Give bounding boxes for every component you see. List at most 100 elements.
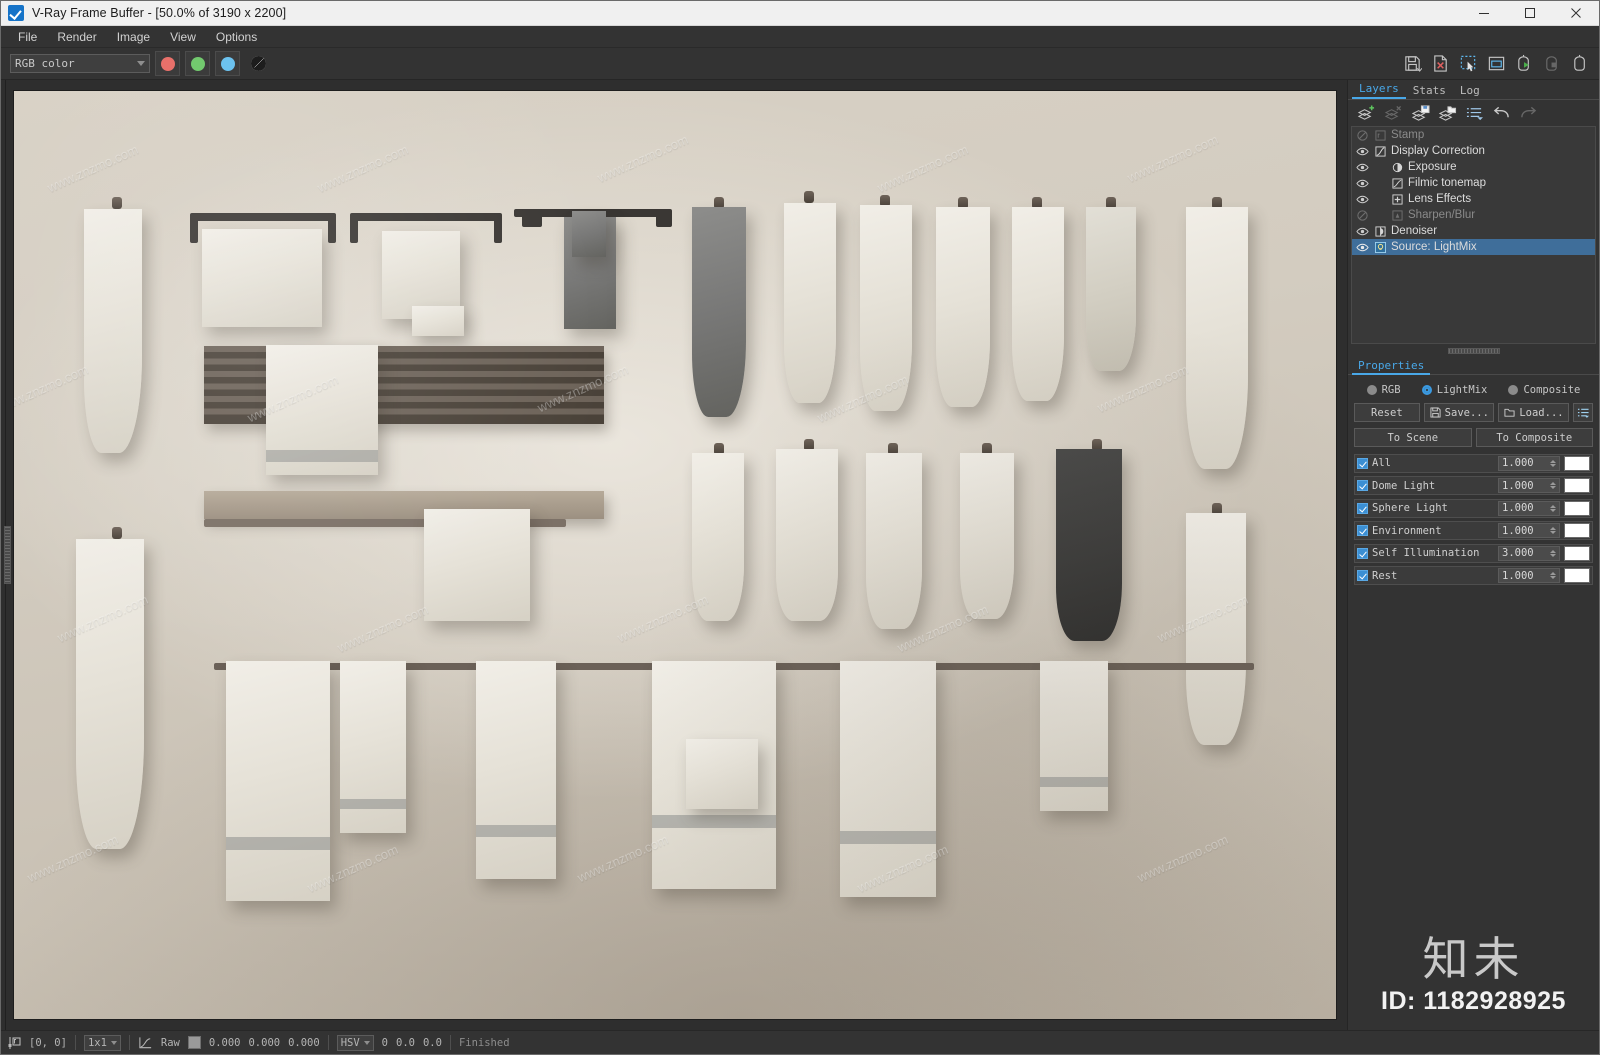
splitter-grip[interactable] — [1447, 348, 1500, 354]
undo-icon[interactable] — [1489, 102, 1513, 124]
panel-horizontal-splitter[interactable] — [1348, 344, 1599, 358]
vray-checkbox-icon — [8, 5, 24, 21]
channel-select-dropdown[interactable]: RGB color — [10, 54, 150, 73]
lightmix-color-swatch[interactable] — [1564, 545, 1590, 561]
layer-row-denoiser[interactable]: Denoiser — [1352, 223, 1595, 239]
radio-composite[interactable]: Composite — [1508, 384, 1580, 396]
left-splitter[interactable] — [1, 80, 13, 1030]
window-controls — [1461, 1, 1599, 25]
towel-stripe — [340, 799, 406, 809]
clear-image-icon[interactable] — [1427, 51, 1453, 77]
lightmix-row-sphere-light[interactable]: Sphere Light 1.000 — [1354, 498, 1593, 518]
lightmix-row-all[interactable]: All 1.000 — [1354, 453, 1593, 473]
radio-lightmix[interactable]: LightMix — [1421, 384, 1487, 396]
minimize-icon[interactable] — [1461, 1, 1507, 25]
lightmix-checkbox[interactable] — [1357, 502, 1368, 514]
raw-color-swatch[interactable] — [187, 1036, 201, 1049]
eye-icon[interactable] — [1355, 224, 1369, 238]
to-composite-button[interactable]: To Composite — [1475, 428, 1593, 447]
radio-label: Composite — [1523, 384, 1581, 396]
to-scene-button[interactable]: To Scene — [1354, 428, 1472, 447]
menu-render[interactable]: Render — [48, 28, 105, 46]
spinner-arrows-icon[interactable] — [1550, 572, 1556, 579]
layer-row-stamp[interactable]: Stamp — [1352, 127, 1595, 143]
lightmix-row-rest[interactable]: Rest 1.000 — [1354, 566, 1593, 585]
lightmix-row-self-illumination[interactable]: Self Illumination 3.000 — [1354, 543, 1593, 563]
add-layer-icon[interactable] — [1354, 102, 1378, 124]
eye-off-icon[interactable] — [1355, 208, 1369, 222]
layer-list[interactable]: Stamp Display Correction Exposure Filmic… — [1351, 126, 1596, 344]
color-space-dropdown[interactable]: HSV — [336, 1034, 374, 1051]
splitter-grip[interactable] — [3, 526, 11, 584]
lightmix-intensity-input[interactable]: 1.000 — [1498, 568, 1560, 583]
tab-log[interactable]: Log — [1453, 82, 1487, 99]
menu-options[interactable]: Options — [207, 28, 266, 46]
sample-size-dropdown[interactable]: 1x1 — [83, 1034, 121, 1051]
lightmix-checkbox[interactable] — [1357, 525, 1368, 536]
menu-file[interactable]: File — [9, 28, 46, 46]
eye-icon[interactable] — [1355, 192, 1369, 206]
lightmix-row-dome-light[interactable]: Dome Light 1.000 — [1354, 476, 1593, 495]
lightmix-checkbox[interactable] — [1357, 480, 1368, 491]
save-layers-icon[interactable] — [1408, 102, 1432, 124]
lightmix-color-swatch[interactable] — [1564, 500, 1590, 516]
layer-row-display-correction[interactable]: Display Correction — [1352, 143, 1595, 159]
eye-off-icon[interactable] — [1355, 128, 1369, 142]
layer-row-lens-effects[interactable]: Lens Effects — [1352, 191, 1595, 207]
lightmix-intensity-input[interactable]: 1.000 — [1498, 478, 1560, 493]
menu-image[interactable]: Image — [108, 28, 159, 46]
show-in-window-icon[interactable] — [1483, 51, 1509, 77]
lightmix-row-environment[interactable]: Environment 1.000 — [1354, 521, 1593, 540]
load-layers-icon[interactable] — [1435, 102, 1459, 124]
lightmix-checkbox[interactable] — [1357, 457, 1368, 469]
eye-icon[interactable] — [1355, 160, 1369, 174]
render-canvas[interactable]: www.znzmo.com www.znzmo.com www.znzmo.co… — [13, 90, 1337, 1020]
lightmix-checkbox[interactable] — [1357, 547, 1368, 559]
layer-row-filmic-tonemap[interactable]: Filmic tonemap — [1352, 175, 1595, 191]
maximize-icon[interactable] — [1507, 1, 1553, 25]
eye-icon[interactable] — [1355, 144, 1369, 158]
towel-rail-end — [328, 213, 336, 243]
eye-icon[interactable] — [1355, 240, 1369, 254]
save-image-icon[interactable] — [1399, 51, 1425, 77]
region-select-icon[interactable] — [1455, 51, 1481, 77]
red-channel-button[interactable] — [155, 51, 180, 76]
eye-icon[interactable] — [1355, 176, 1369, 190]
lightmix-intensity-input[interactable]: 3.000 — [1498, 545, 1560, 561]
load-lightmix-button[interactable]: Load... — [1498, 403, 1570, 422]
save-lightmix-button[interactable]: Save... — [1423, 403, 1495, 422]
green-channel-button[interactable] — [185, 51, 210, 76]
lightmix-color-swatch[interactable] — [1564, 455, 1590, 471]
spinner-arrows-icon[interactable] — [1550, 549, 1556, 557]
lightmix-color-swatch[interactable] — [1564, 478, 1590, 493]
layer-presets-icon[interactable] — [1462, 102, 1486, 124]
color-curve-icon[interactable] — [138, 1036, 153, 1050]
spinner-arrows-icon[interactable] — [1550, 459, 1556, 467]
lightmix-color-swatch[interactable] — [1564, 523, 1590, 538]
lightmix-intensity-input[interactable]: 1.000 — [1498, 455, 1560, 471]
layer-row-exposure[interactable]: Exposure — [1352, 159, 1595, 175]
start-render-icon[interactable] — [1511, 51, 1537, 77]
layer-row-sharpen-blur[interactable]: Sharpen/Blur — [1352, 207, 1595, 223]
tab-stats[interactable]: Stats — [1406, 82, 1453, 99]
right-panel: Layers Stats Log Stamp Display Correctio… — [1347, 80, 1599, 1030]
spinner-arrows-icon[interactable] — [1550, 527, 1556, 534]
alpha-channel-button[interactable] — [246, 51, 271, 76]
blue-channel-button[interactable] — [215, 51, 240, 76]
spinner-arrows-icon[interactable] — [1550, 482, 1556, 489]
lightmix-intensity-input[interactable]: 1.000 — [1498, 523, 1560, 538]
tab-layers[interactable]: Layers — [1352, 80, 1406, 99]
spinner-arrows-icon[interactable] — [1550, 504, 1556, 512]
pixel-probe-icon[interactable] — [7, 1036, 21, 1050]
close-icon[interactable] — [1553, 1, 1599, 25]
lightmix-intensity-input[interactable]: 1.000 — [1498, 500, 1560, 516]
layer-row-source-lightmix[interactable]: Source: LightMix — [1352, 239, 1595, 255]
lightmix-checkbox[interactable] — [1357, 570, 1368, 581]
menu-view[interactable]: View — [161, 28, 205, 46]
lightmix-options-icon[interactable] — [1573, 403, 1594, 422]
radio-rgb[interactable]: RGB — [1366, 384, 1401, 396]
render-last-icon[interactable] — [1567, 51, 1593, 77]
lightmix-color-swatch[interactable] — [1564, 568, 1590, 583]
tab-properties[interactable]: Properties — [1352, 358, 1431, 375]
reset-button[interactable]: Reset — [1354, 403, 1420, 422]
